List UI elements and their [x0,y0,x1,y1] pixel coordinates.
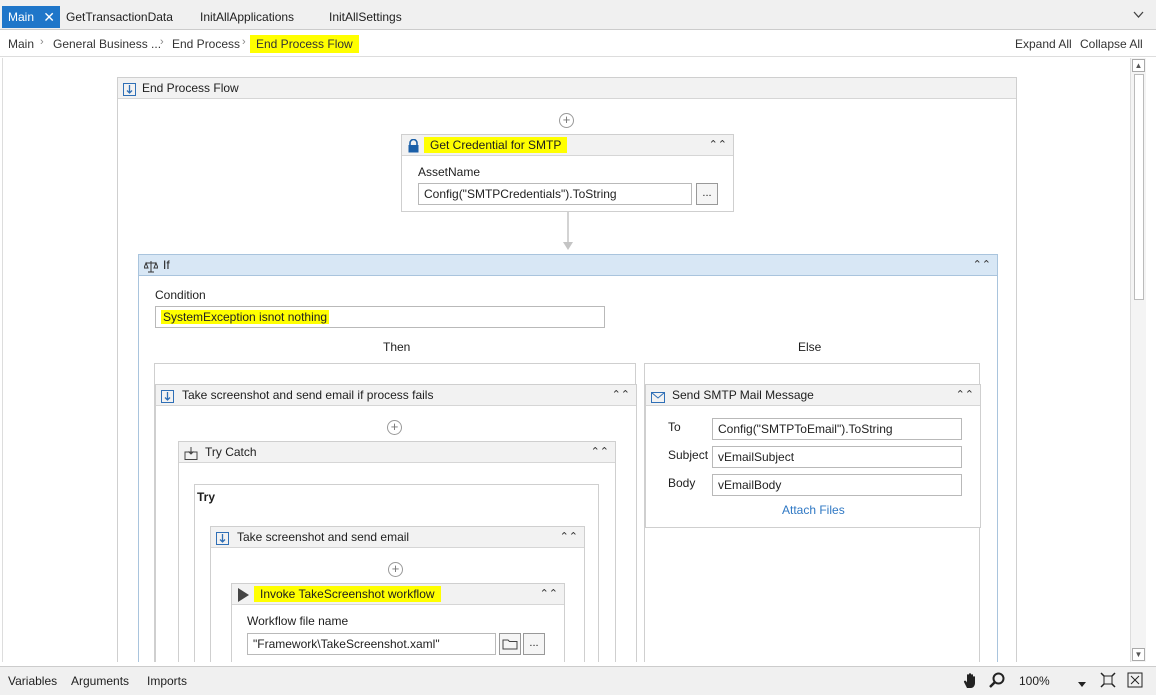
condition-value: SystemException isnot nothing [161,310,330,324]
if-title: If [163,258,170,272]
breadcrumb-item-main[interactable]: Main [8,37,34,51]
else-label: Else [798,340,822,354]
add-activity-icon[interactable]: + [388,562,403,577]
condition-field[interactable]: SystemException isnot nothing [155,306,605,328]
variables-tab[interactable]: Variables [8,674,57,688]
collapse-icon[interactable]: ⌃⌃ [540,584,558,604]
if-header: If ⌃⌃ [139,255,997,276]
invoke-header: Invoke TakeScreenshot workflow ⌃⌃ [232,584,564,605]
breadcrumb-item-end-process[interactable]: End Process [172,37,240,51]
sequence-title: Take screenshot and send email [237,530,410,544]
mail-title: Send SMTP Mail Message [672,388,814,402]
vertical-scrollbar[interactable]: ▲ ▼ [1130,58,1146,662]
play-icon [237,588,250,602]
arguments-tab[interactable]: Arguments [71,674,129,688]
sequence-icon [161,389,174,403]
workflow-designer-canvas[interactable]: End Process Flow + Get Credential for SM… [2,58,1130,662]
sequence-title: Take screenshot and send email if proces… [182,388,434,402]
sequence-icon [123,82,136,96]
chevron-right-icon: › [40,36,44,48]
sequence-header: Take screenshot and send email if proces… [156,385,636,406]
collapse-all-button[interactable]: Collapse All [1080,37,1143,51]
hand-pan-icon[interactable] [962,672,980,693]
activity-try-catch[interactable]: Try Catch ⌃⌃ Try Take screenshot and sen… [178,441,616,662]
expand-all-button[interactable]: Expand All [1015,37,1072,51]
tab-init-all-settings[interactable]: InitAllSettings [329,6,402,28]
sequence-icon [216,531,229,545]
zoom-level[interactable]: 100% [1019,674,1050,688]
try-label: Try [197,490,216,504]
tab-main-label: Main [8,10,35,24]
fit-to-screen-icon[interactable] [1100,672,1116,691]
sequence-header: End Process Flow [118,78,1016,99]
to-field[interactable]: Config("SMTPToEmail").ToString [712,418,962,440]
add-activity-icon[interactable]: + [559,113,574,128]
asset-name-field[interactable]: Config("SMTPCredentials").ToString [418,183,692,205]
else-branch[interactable]: Send SMTP Mail Message ⌃⌃ To Config("SMT… [644,363,981,662]
try-catch-header: Try Catch ⌃⌃ [179,442,615,463]
asset-browse-button[interactable]: ... [696,183,718,205]
condition-label: Condition [155,288,206,302]
sequence-title: End Process Flow [142,81,239,95]
to-label: To [668,420,681,434]
attach-files-link[interactable]: Attach Files [782,503,845,517]
invoke-title: Invoke TakeScreenshot workflow [254,586,441,602]
designer-status-bar: Variables Arguments Imports 100% [0,666,1156,695]
document-tab-bar: Main ✕ GetTransactionData InitAllApplica… [0,0,1156,30]
subject-field[interactable]: vEmailSubject [712,446,962,468]
activity-if[interactable]: If ⌃⌃ Condition SystemException isnot no… [138,254,998,662]
mail-header: Send SMTP Mail Message ⌃⌃ [646,385,980,406]
collapse-icon[interactable]: ⌃⌃ [709,135,727,155]
subject-label: Subject [668,448,709,462]
breadcrumb: Main › General Business ... › End Proces… [0,30,1156,57]
activity-invoke-workflow[interactable]: Invoke TakeScreenshot workflow ⌃⌃ Workfl… [231,583,565,662]
body-field[interactable]: vEmailBody [712,474,962,496]
activity-send-smtp-mail[interactable]: Send SMTP Mail Message ⌃⌃ To Config("SMT… [645,384,981,528]
overview-icon[interactable] [1127,672,1143,691]
then-branch[interactable]: Take screenshot and send email if proces… [154,363,637,662]
try-catch-title: Try Catch [205,445,257,459]
chevron-right-icon: › [160,36,164,48]
workflow-file-field[interactable]: "Framework\TakeScreenshot.xaml" [247,633,496,655]
sequence-take-screenshot-send-email[interactable]: Take screenshot and send email ⌃⌃ + Invo… [210,526,585,662]
then-label: Then [383,340,411,354]
activity-get-credential[interactable]: Get Credential for SMTP ⌃⌃ AssetName Con… [401,134,734,212]
envelope-icon [651,389,665,403]
sequence-take-screenshot-if-fails[interactable]: Take screenshot and send email if proces… [155,384,637,662]
collapse-icon[interactable]: ⌃⌃ [973,255,991,275]
zoom-search-icon[interactable] [989,672,1005,691]
close-icon[interactable]: ✕ [43,6,55,28]
breadcrumb-item-end-process-flow[interactable]: End Process Flow [250,35,359,53]
chevron-down-icon[interactable] [1133,8,1144,22]
asset-name-label: AssetName [418,165,481,179]
collapse-icon[interactable]: ⌃⌃ [591,442,609,462]
collapse-icon[interactable]: ⌃⌃ [560,527,578,547]
workflow-browse-button[interactable]: ... [523,633,545,655]
folder-icon[interactable] [499,633,521,655]
lock-icon [407,138,420,153]
tab-init-all-applications[interactable]: InitAllApplications [200,6,294,28]
connector-arrow [563,212,573,250]
collapse-icon[interactable]: ⌃⌃ [612,385,630,405]
imports-tab[interactable]: Imports [147,674,187,688]
scroll-up-icon[interactable]: ▲ [1132,59,1145,72]
sequence-header: Take screenshot and send email ⌃⌃ [211,527,584,548]
try-catch-icon [184,446,198,460]
collapse-icon[interactable]: ⌃⌃ [956,385,974,405]
chevron-right-icon: › [242,36,246,48]
activity-title: Get Credential for SMTP [424,137,568,153]
sequence-end-process-flow[interactable]: End Process Flow + Get Credential for SM… [117,77,1017,662]
workflow-file-label: Workflow file name [247,614,349,628]
activity-header: Get Credential for SMTP ⌃⌃ [402,135,733,156]
scale-icon [143,259,159,273]
scroll-down-icon[interactable]: ▼ [1132,648,1145,661]
scroll-thumb[interactable] [1134,74,1144,300]
tab-get-transaction-data[interactable]: GetTransactionData [66,6,173,28]
tab-main[interactable]: Main ✕ [2,6,60,28]
try-section[interactable]: Try Take screenshot and send email ⌃⌃ + [194,484,599,662]
breadcrumb-item-general-business[interactable]: General Business ... [53,37,161,51]
body-label: Body [668,476,696,490]
zoom-dropdown-icon[interactable] [1078,677,1086,691]
add-activity-icon[interactable]: + [387,420,402,435]
